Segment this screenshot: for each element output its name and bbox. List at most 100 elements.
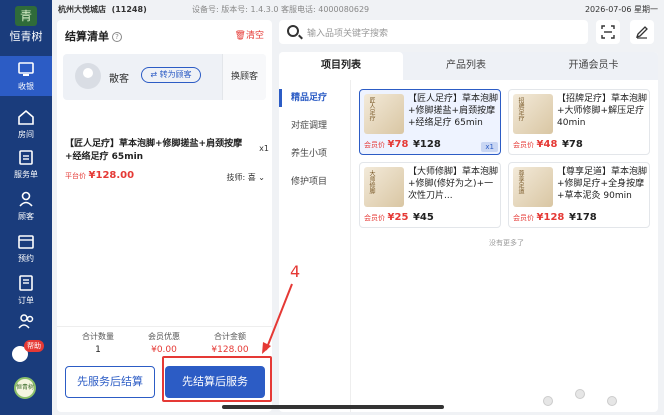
product-thumbnail: 尊享足道 [513,167,553,207]
sidebar-item-label: 收银 [18,82,34,91]
sidebar-item-cashier[interactable]: 收银 [0,56,52,96]
floating-dot[interactable] [543,396,553,406]
member-price: ¥25 [387,212,409,223]
summary-total: 合计金额 ¥128.00 [195,331,265,355]
sidebar-item-booking[interactable]: 预约 [0,228,52,268]
summary-count-label: 合计数量 [82,332,114,341]
cart-item-qty: x1 [259,144,269,153]
calendar-icon [18,235,34,249]
help-button[interactable]: 帮助 [10,340,44,364]
device-info: 设备号: 版本号: 1.4.3.0 客服电话: 4000080629 [192,5,370,14]
summary-count: 合计数量 1 [63,331,133,355]
customer-name: 散客 [109,74,129,85]
help-circle-icon[interactable]: ? [112,32,122,42]
home-icon [18,109,34,125]
tab-membership-card[interactable]: 开通会员卡 [529,52,658,80]
summary-discount-value: ¥0.00 [151,345,177,355]
product-thumbnail: 招牌足疗 [513,94,553,134]
highlight-box [162,356,272,402]
clear-button[interactable]: 🗑清空 [235,28,264,41]
summary-total-label: 合计金额 [214,332,246,341]
sidebar-item-service-orders[interactable]: 服务单 [0,144,52,184]
member-price-label: 会员价 [364,141,385,149]
category-item[interactable]: 修护项目 [279,170,351,194]
original-price: ¥45 [412,212,434,223]
logo-mark: 青 [15,6,37,26]
convert-label: 转为顾客 [159,70,192,79]
thumbnail-caption: 匠人足疗 [368,97,375,121]
product-price: 会员价 ¥128 ¥178 [513,212,597,223]
product-title: 【大师修脚】草本泡脚+修脚(修好为之)+一次性刀片... [408,167,499,201]
cart-title: 结算清单? [65,28,122,44]
customer-avatar [75,63,101,89]
summary-discount-label: 会员优惠 [148,332,180,341]
price-label: 平台价 [65,172,86,180]
sidebar-item-rooms[interactable]: 房间 [0,104,52,144]
product-card[interactable]: 尊享足道 【尊享足道】草本泡脚+修脚足疗+全身按摩+草本泥灸 90min 会员价… [508,162,650,228]
scan-button[interactable] [596,20,620,44]
edit-button[interactable] [630,20,654,44]
brand-logo: 青 恒青树 [0,6,52,44]
product-thumbnail: 大师修脚 [364,167,404,207]
product-title: 【尊享足道】草本泡脚+修脚足疗+全身按摩+草本泥灸 90min [557,167,648,201]
product-price: 会员价 ¥48 ¥78 [513,139,583,150]
product-title: 【招牌足疗】草本泡脚+大师修脚+解压足疗 40min [557,94,648,128]
convert-to-customer-button[interactable]: ⇄ 转为顾客 [141,67,201,83]
convert-icon: ⇄ [150,70,160,79]
floating-dot[interactable] [607,396,617,406]
help-badge: 帮助 [24,340,44,352]
store-info: 杭州大悦城店 (11248) [58,4,147,15]
datetime: 2026-07-06 星期一 [584,5,658,14]
document-icon [19,275,33,291]
search-input[interactable]: 输入品项关键字搜索 [307,26,388,39]
member-price-label: 会员价 [364,214,385,222]
product-panel: 项目列表 产品列表 开通会员卡 精品足疗 对症调理 养生小项 修护项目 匠人足疗… [279,52,658,412]
member-price: ¥78 [387,139,409,150]
member-price: ¥48 [536,139,558,150]
serve-then-pay-button[interactable]: 先服务后结算 [65,366,155,398]
pencil-icon [635,26,648,39]
home-indicator [222,405,444,409]
clipboard-icon [19,150,33,165]
sidebar-item-label: 预约 [18,254,34,263]
technician-value: 喜 [247,173,256,182]
product-title: 【匠人足疗】草本泡脚+修脚搓盐+肩颈按摩+经络足疗 65min [408,94,499,128]
original-price: ¥178 [568,212,597,223]
original-price: ¥128 [412,139,441,150]
product-card[interactable]: 招牌足疗 【招牌足疗】草本泡脚+大师修脚+解压足疗 40min 会员价 ¥48 … [508,89,650,155]
monitor-icon [18,62,34,76]
cart-item[interactable]: 【匠人足疗】草本泡脚+修脚搓盐+肩颈按摩+经络足疗 65min x1 平台价 ¥… [65,138,269,183]
category-item[interactable]: 养生小项 [279,142,351,166]
category-item[interactable]: 对症调理 [279,114,351,138]
thumbnail-caption: 尊享足道 [517,170,524,194]
product-thumbnail: 匠人足疗 [364,94,404,134]
original-price: ¥78 [561,139,583,150]
technician-select[interactable]: 技师: 喜 ⌄ [227,172,266,183]
category-item[interactable]: 精品足疗 [279,86,351,110]
sidebar-item-label: 服务单 [14,170,38,179]
product-card[interactable]: 匠人足疗 【匠人足疗】草本泡脚+修脚搓盐+肩颈按摩+经络足疗 65min 会员价… [359,89,501,155]
product-qty-badge: x1 [481,142,498,152]
thumbnail-caption: 大师修脚 [368,170,375,194]
store-name: 杭州大悦城店 [58,5,106,14]
group-icon [18,314,34,329]
no-more-text: 没有更多了 [489,239,524,247]
sidebar-item-orders[interactable]: 订单 [0,270,52,310]
cart-title-text: 结算清单 [65,30,109,43]
summary-count-value: 1 [95,345,101,355]
sidebar-item-customers[interactable]: 顾客 [0,186,52,226]
swap-customer-button[interactable]: 换顾客 [222,54,266,100]
cart-item-title: 【匠人足疗】草本泡脚+修脚搓盐+肩颈按摩+经络足疗 65min [65,139,243,162]
product-price: 会员价 ¥25 ¥45 [364,212,434,223]
brand-name: 恒青树 [9,30,43,43]
tab-products[interactable]: 产品列表 [403,52,529,80]
tab-projects[interactable]: 项目列表 [279,52,403,80]
member-price-label: 会员价 [513,214,534,222]
product-card[interactable]: 大师修脚 【大师修脚】草本泡脚+修脚(修好为之)+一次性刀片... 会员价 ¥2… [359,162,501,228]
avatar[interactable]: 恒青树 [14,377,36,399]
step-number: 4 [290,262,301,281]
status-bar: 杭州大悦城店 (11248) 设备号: 版本号: 1.4.3.0 客服电话: 4… [52,0,664,17]
member-price: ¥128 [536,212,565,223]
search-bar[interactable]: 输入品项关键字搜索 [279,20,588,44]
floating-dot[interactable] [575,389,585,399]
